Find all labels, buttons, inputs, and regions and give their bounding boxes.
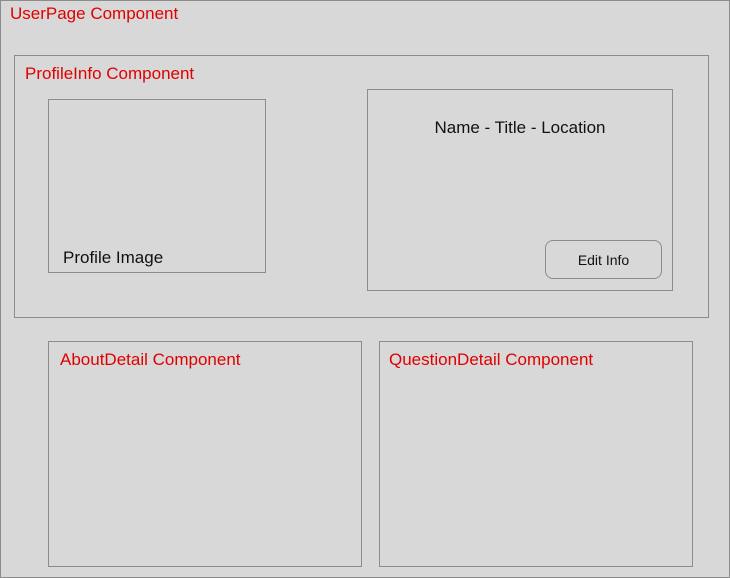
userpage-component-label: UserPage Component (10, 4, 179, 23)
profileinfo-component-box: ProfileInfo Component Profile Image Name… (14, 55, 709, 318)
userpage-component-box: UserPage Component ProfileInfo Component… (0, 0, 730, 578)
profileinfo-component-label: ProfileInfo Component (25, 64, 195, 83)
profile-image-placeholder: Profile Image (48, 99, 266, 273)
aboutdetail-component-box: AboutDetail Component (48, 341, 362, 567)
profile-info-panel: Name - Title - Location Edit Info (367, 89, 673, 291)
questiondetail-component-box: QuestionDetail Component (379, 341, 693, 567)
name-title-location-text: Name - Title - Location (434, 118, 606, 137)
aboutdetail-component-label: AboutDetail Component (60, 350, 241, 369)
profile-image-label: Profile Image (63, 248, 164, 267)
edit-info-button[interactable]: Edit Info (545, 240, 662, 279)
questiondetail-component-label: QuestionDetail Component (389, 350, 594, 369)
